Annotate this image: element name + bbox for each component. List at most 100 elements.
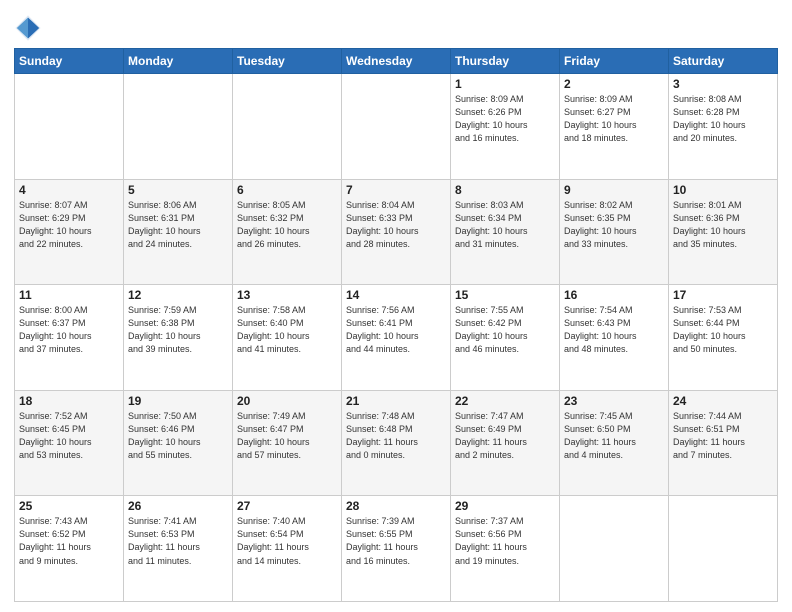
day-info: Sunrise: 8:07 AMSunset: 6:29 PMDaylight:… bbox=[19, 199, 119, 251]
calendar-cell: 13 Sunrise: 7:58 AMSunset: 6:40 PMDayligh… bbox=[233, 285, 342, 391]
day-info: Sunrise: 8:06 AMSunset: 6:31 PMDaylight:… bbox=[128, 199, 228, 251]
day-info: Sunrise: 8:03 AMSunset: 6:34 PMDaylight:… bbox=[455, 199, 555, 251]
calendar-cell: 21 Sunrise: 7:48 AMSunset: 6:48 PMDayligh… bbox=[342, 390, 451, 496]
day-number: 10 bbox=[673, 183, 773, 197]
calendar-cell: 10 Sunrise: 8:01 AMSunset: 6:36 PMDayligh… bbox=[669, 179, 778, 285]
day-number: 12 bbox=[128, 288, 228, 302]
calendar-cell: 2 Sunrise: 8:09 AMSunset: 6:27 PMDaylight… bbox=[560, 74, 669, 180]
day-number: 28 bbox=[346, 499, 446, 513]
day-info: Sunrise: 7:55 AMSunset: 6:42 PMDaylight:… bbox=[455, 304, 555, 356]
calendar-week-row: 4 Sunrise: 8:07 AMSunset: 6:29 PMDaylight… bbox=[15, 179, 778, 285]
page: SundayMondayTuesdayWednesdayThursdayFrid… bbox=[0, 0, 792, 612]
weekday-header-row: SundayMondayTuesdayWednesdayThursdayFrid… bbox=[15, 49, 778, 74]
calendar-cell: 1 Sunrise: 8:09 AMSunset: 6:26 PMDaylight… bbox=[451, 74, 560, 180]
day-number: 23 bbox=[564, 394, 664, 408]
day-info: Sunrise: 8:04 AMSunset: 6:33 PMDaylight:… bbox=[346, 199, 446, 251]
day-number: 4 bbox=[19, 183, 119, 197]
day-info: Sunrise: 7:49 AMSunset: 6:47 PMDaylight:… bbox=[237, 410, 337, 462]
calendar-cell: 24 Sunrise: 7:44 AMSunset: 6:51 PMDayligh… bbox=[669, 390, 778, 496]
calendar-cell: 12 Sunrise: 7:59 AMSunset: 6:38 PMDayligh… bbox=[124, 285, 233, 391]
day-number: 7 bbox=[346, 183, 446, 197]
day-number: 27 bbox=[237, 499, 337, 513]
day-info: Sunrise: 7:45 AMSunset: 6:50 PMDaylight:… bbox=[564, 410, 664, 462]
day-info: Sunrise: 7:40 AMSunset: 6:54 PMDaylight:… bbox=[237, 515, 337, 567]
calendar-cell: 29 Sunrise: 7:37 AMSunset: 6:56 PMDayligh… bbox=[451, 496, 560, 602]
day-number: 25 bbox=[19, 499, 119, 513]
calendar-cell: 14Sunrise: 7:56 AMSunset: 6:41 PMDayligh… bbox=[342, 285, 451, 391]
calendar-week-row: 11 Sunrise: 8:00 AMSunset: 6:37 PMDayligh… bbox=[15, 285, 778, 391]
calendar-cell: 22Sunrise: 7:47 AMSunset: 6:49 PMDayligh… bbox=[451, 390, 560, 496]
calendar-cell: 11 Sunrise: 8:00 AMSunset: 6:37 PMDayligh… bbox=[15, 285, 124, 391]
day-number: 8 bbox=[455, 183, 555, 197]
day-info: Sunrise: 7:58 AMSunset: 6:40 PMDaylight:… bbox=[237, 304, 337, 356]
weekday-header-sunday: Sunday bbox=[15, 49, 124, 74]
calendar-cell: 7 Sunrise: 8:04 AMSunset: 6:33 PMDaylight… bbox=[342, 179, 451, 285]
logo-icon bbox=[14, 14, 42, 42]
day-info: Sunrise: 7:43 AMSunset: 6:52 PMDaylight:… bbox=[19, 515, 119, 567]
calendar-cell: 4 Sunrise: 8:07 AMSunset: 6:29 PMDaylight… bbox=[15, 179, 124, 285]
calendar-cell: 9Sunrise: 8:02 AMSunset: 6:35 PMDaylight… bbox=[560, 179, 669, 285]
day-info: Sunrise: 8:09 AMSunset: 6:27 PMDaylight:… bbox=[564, 93, 664, 145]
calendar-cell: 28 Sunrise: 7:39 AMSunset: 6:55 PMDayligh… bbox=[342, 496, 451, 602]
calendar-cell: 18 Sunrise: 7:52 AMSunset: 6:45 PMDayligh… bbox=[15, 390, 124, 496]
day-number: 11 bbox=[19, 288, 119, 302]
calendar-cell: 17 Sunrise: 7:53 AMSunset: 6:44 PMDayligh… bbox=[669, 285, 778, 391]
day-number: 15 bbox=[455, 288, 555, 302]
day-info: Sunrise: 7:39 AMSunset: 6:55 PMDaylight:… bbox=[346, 515, 446, 567]
day-number: 16 bbox=[564, 288, 664, 302]
weekday-header-thursday: Thursday bbox=[451, 49, 560, 74]
day-number: 21 bbox=[346, 394, 446, 408]
calendar-cell: 5Sunrise: 8:06 AMSunset: 6:31 PMDaylight… bbox=[124, 179, 233, 285]
calendar-cell bbox=[669, 496, 778, 602]
calendar-week-row: 18 Sunrise: 7:52 AMSunset: 6:45 PMDayligh… bbox=[15, 390, 778, 496]
day-info: Sunrise: 7:37 AMSunset: 6:56 PMDaylight:… bbox=[455, 515, 555, 567]
day-info: Sunrise: 8:00 AMSunset: 6:37 PMDaylight:… bbox=[19, 304, 119, 356]
day-number: 22 bbox=[455, 394, 555, 408]
day-info: Sunrise: 8:01 AMSunset: 6:36 PMDaylight:… bbox=[673, 199, 773, 251]
calendar-cell: 26 Sunrise: 7:41 AMSunset: 6:53 PMDayligh… bbox=[124, 496, 233, 602]
weekday-header-tuesday: Tuesday bbox=[233, 49, 342, 74]
calendar-cell: 25 Sunrise: 7:43 AMSunset: 6:52 PMDayligh… bbox=[15, 496, 124, 602]
day-info: Sunrise: 8:09 AMSunset: 6:26 PMDaylight:… bbox=[455, 93, 555, 145]
day-number: 18 bbox=[19, 394, 119, 408]
logo bbox=[14, 14, 46, 42]
calendar-cell bbox=[15, 74, 124, 180]
calendar-cell: 27 Sunrise: 7:40 AMSunset: 6:54 PMDayligh… bbox=[233, 496, 342, 602]
weekday-header-wednesday: Wednesday bbox=[342, 49, 451, 74]
calendar-cell: 23 Sunrise: 7:45 AMSunset: 6:50 PMDayligh… bbox=[560, 390, 669, 496]
calendar-cell: 20 Sunrise: 7:49 AMSunset: 6:47 PMDayligh… bbox=[233, 390, 342, 496]
day-number: 26 bbox=[128, 499, 228, 513]
day-number: 6 bbox=[237, 183, 337, 197]
day-number: 13 bbox=[237, 288, 337, 302]
weekday-header-friday: Friday bbox=[560, 49, 669, 74]
calendar-cell: 19Sunrise: 7:50 AMSunset: 6:46 PMDayligh… bbox=[124, 390, 233, 496]
calendar-cell: 15 Sunrise: 7:55 AMSunset: 6:42 PMDayligh… bbox=[451, 285, 560, 391]
day-number: 14 bbox=[346, 288, 446, 302]
calendar-cell: 3Sunrise: 8:08 AMSunset: 6:28 PMDaylight… bbox=[669, 74, 778, 180]
day-number: 1 bbox=[455, 77, 555, 91]
calendar-cell bbox=[342, 74, 451, 180]
calendar-week-row: 25 Sunrise: 7:43 AMSunset: 6:52 PMDayligh… bbox=[15, 496, 778, 602]
day-info: Sunrise: 7:44 AMSunset: 6:51 PMDaylight:… bbox=[673, 410, 773, 462]
calendar-cell: 16Sunrise: 7:54 AMSunset: 6:43 PMDayligh… bbox=[560, 285, 669, 391]
calendar-week-row: 1 Sunrise: 8:09 AMSunset: 6:26 PMDaylight… bbox=[15, 74, 778, 180]
day-number: 2 bbox=[564, 77, 664, 91]
day-info: Sunrise: 7:59 AMSunset: 6:38 PMDaylight:… bbox=[128, 304, 228, 356]
day-number: 17 bbox=[673, 288, 773, 302]
day-info: Sunrise: 7:53 AMSunset: 6:44 PMDaylight:… bbox=[673, 304, 773, 356]
calendar-table: SundayMondayTuesdayWednesdayThursdayFrid… bbox=[14, 48, 778, 602]
day-info: Sunrise: 8:02 AMSunset: 6:35 PMDaylight:… bbox=[564, 199, 664, 251]
day-info: Sunrise: 7:50 AMSunset: 6:46 PMDaylight:… bbox=[128, 410, 228, 462]
day-number: 29 bbox=[455, 499, 555, 513]
day-number: 20 bbox=[237, 394, 337, 408]
calendar-cell: 8 Sunrise: 8:03 AMSunset: 6:34 PMDaylight… bbox=[451, 179, 560, 285]
calendar-cell bbox=[124, 74, 233, 180]
day-info: Sunrise: 8:05 AMSunset: 6:32 PMDaylight:… bbox=[237, 199, 337, 251]
day-info: Sunrise: 7:41 AMSunset: 6:53 PMDaylight:… bbox=[128, 515, 228, 567]
calendar-cell bbox=[233, 74, 342, 180]
day-info: Sunrise: 7:48 AMSunset: 6:48 PMDaylight:… bbox=[346, 410, 446, 462]
day-info: Sunrise: 7:52 AMSunset: 6:45 PMDaylight:… bbox=[19, 410, 119, 462]
day-number: 3 bbox=[673, 77, 773, 91]
calendar-cell bbox=[560, 496, 669, 602]
day-number: 24 bbox=[673, 394, 773, 408]
